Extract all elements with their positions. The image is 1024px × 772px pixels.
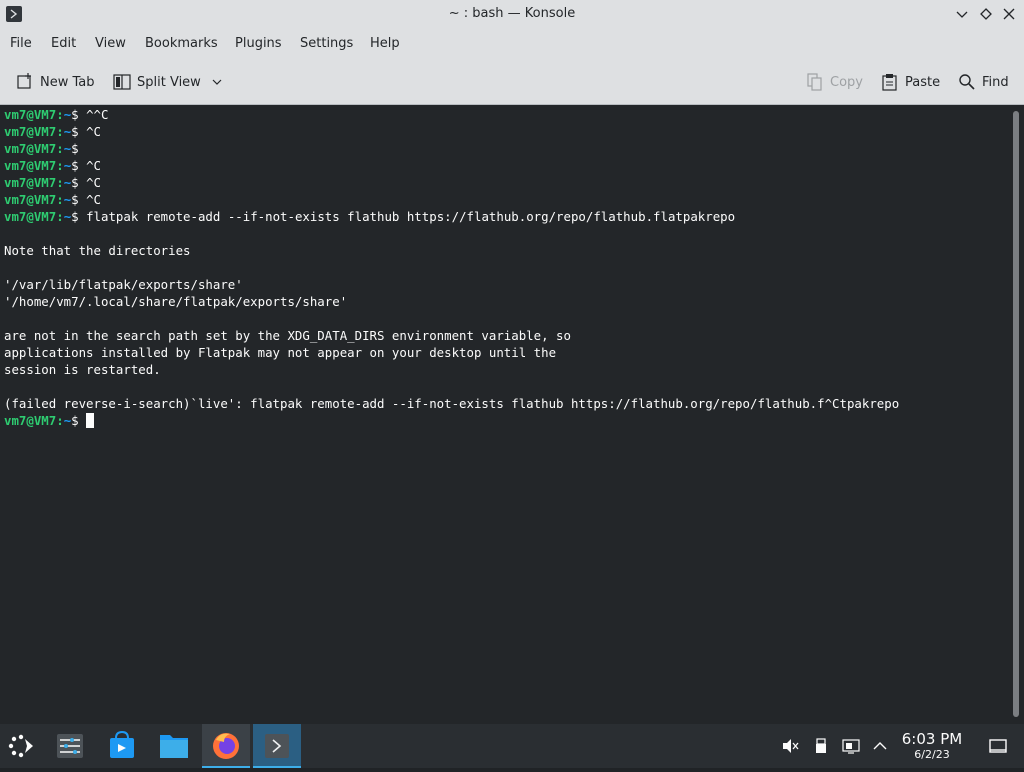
prompt-symbol: $ xyxy=(71,209,87,224)
prompt-symbol: $ xyxy=(71,413,87,428)
prompt-symbol: $ xyxy=(71,107,87,122)
firefox-icon[interactable] xyxy=(202,724,250,768)
network-icon[interactable] xyxy=(842,737,860,755)
terminal-output-line: applications installed by Flatpak may no… xyxy=(4,345,557,360)
prompt-symbol: $ xyxy=(71,141,87,156)
prompt-user: vm7@VM7: xyxy=(4,413,64,428)
copy-button[interactable]: Copy xyxy=(806,72,863,92)
shell-prompt: vm7@VM7:~$ xyxy=(4,124,86,139)
volume-muted-icon[interactable] xyxy=(781,737,799,755)
command-text: ^C xyxy=(86,192,101,207)
terminal-output-line: '/home/vm7/.local/share/flatpak/exports/… xyxy=(4,294,348,309)
split-view-label: Split View xyxy=(137,74,201,90)
command-text: ^C xyxy=(86,158,101,173)
maximize-icon[interactable] xyxy=(978,6,994,22)
text-cursor xyxy=(86,413,95,428)
prompt-symbol: $ xyxy=(71,124,87,139)
find-button[interactable]: Find xyxy=(958,72,1009,92)
terminal-prompt-line: vm7@VM7:~$ xyxy=(4,412,95,429)
new-tab-button[interactable]: New Tab xyxy=(16,72,95,92)
title-bar[interactable]: ~ : bash — Konsole xyxy=(0,0,1024,29)
command-text: flatpak remote-add --if-not-exists flath… xyxy=(86,209,736,224)
terminal-output-line: '/var/lib/flatpak/exports/share' xyxy=(4,277,243,292)
system-settings-icon[interactable] xyxy=(46,724,94,768)
file-manager-icon[interactable] xyxy=(150,724,198,768)
command-text: ^^C xyxy=(86,107,109,122)
terminal-output-line: Note that the directories xyxy=(4,243,191,258)
minimize-icon[interactable] xyxy=(954,6,970,22)
shell-prompt: vm7@VM7:~$ xyxy=(4,141,86,156)
menu-settings[interactable]: Settings xyxy=(300,36,353,51)
split-view-icon xyxy=(113,73,131,91)
window-title: ~ : bash — Konsole xyxy=(448,6,576,21)
copy-icon xyxy=(806,73,824,91)
terminal-output[interactable]: vm7@VM7:~$ ^^C vm7@VM7:~$ ^C vm7@VM7:~$ vm… xyxy=(0,105,1008,724)
terminal-scrollbar[interactable] xyxy=(1008,105,1024,724)
clock-date: 6/2/23 xyxy=(914,748,950,761)
shell-prompt: vm7@VM7:~$ xyxy=(4,413,86,428)
paste-icon xyxy=(881,73,899,91)
paste-button[interactable]: Paste xyxy=(881,72,940,92)
removable-device-icon[interactable] xyxy=(812,737,830,755)
prompt-user: vm7@VM7: xyxy=(4,192,64,207)
prompt-user: vm7@VM7: xyxy=(4,124,64,139)
prompt-user: vm7@VM7: xyxy=(4,107,64,122)
search-icon xyxy=(958,73,976,91)
prompt-user: vm7@VM7: xyxy=(4,209,64,224)
digital-clock[interactable]: 6:03 PM 6/2/23 xyxy=(890,730,974,762)
prompt-user: vm7@VM7: xyxy=(4,158,64,173)
terminal-output-line: are not in the search path set by the XD… xyxy=(4,328,571,343)
show-desktop-icon[interactable] xyxy=(989,737,1007,755)
menu-view[interactable]: View xyxy=(95,36,126,51)
shell-prompt: vm7@VM7:~$ xyxy=(4,209,86,224)
copy-label: Copy xyxy=(830,74,863,90)
command-text: ^C xyxy=(86,175,101,190)
terminal-prompt-line: vm7@VM7:~$ flatpak remote-add --if-not-e… xyxy=(4,208,735,225)
paste-label: Paste xyxy=(905,74,941,90)
menu-edit[interactable]: Edit xyxy=(51,36,76,51)
prompt-symbol: $ xyxy=(71,192,87,207)
menu-bar: File Edit View Bookmarks Plugins Setting… xyxy=(0,29,1024,59)
terminal-output-line: session is restarted. xyxy=(4,362,161,377)
new-tab-label: New Tab xyxy=(40,74,95,90)
terminal-prompt-line: vm7@VM7:~$ ^C xyxy=(4,123,101,140)
prompt-symbol: $ xyxy=(71,158,87,173)
terminal-prompt-line: vm7@VM7:~$ xyxy=(4,140,86,157)
app-launcher-icon[interactable] xyxy=(0,724,48,768)
prompt-user: vm7@VM7: xyxy=(4,175,64,190)
terminal-output-line: (failed reverse-i-search)`live': flatpak… xyxy=(4,396,900,411)
terminal-prompt-line: vm7@VM7:~$ ^C xyxy=(4,191,101,208)
scrollbar-thumb[interactable] xyxy=(1013,111,1019,717)
menu-bookmarks[interactable]: Bookmarks xyxy=(145,36,218,51)
shell-prompt: vm7@VM7:~$ xyxy=(4,107,86,122)
konsole-window: ~ : bash — Konsole File Edit View Bookma… xyxy=(0,0,1024,724)
find-label: Find xyxy=(982,74,1009,90)
shell-prompt: vm7@VM7:~$ xyxy=(4,175,86,190)
menu-help[interactable]: Help xyxy=(370,36,400,51)
shell-prompt: vm7@VM7:~$ xyxy=(4,158,86,173)
terminal-prompt-line: vm7@VM7:~$ ^C xyxy=(4,174,101,191)
prompt-symbol: $ xyxy=(71,175,87,190)
new-tab-icon xyxy=(16,73,34,91)
command-text: ^C xyxy=(86,124,101,139)
konsole-task-icon[interactable] xyxy=(253,724,301,768)
close-icon[interactable] xyxy=(1001,6,1017,22)
discover-store-icon[interactable] xyxy=(98,724,146,768)
clock-time: 6:03 PM xyxy=(901,730,963,748)
prompt-user: vm7@VM7: xyxy=(4,141,64,156)
terminal-prompt-line: vm7@VM7:~$ ^^C xyxy=(4,106,108,123)
split-view-button[interactable]: Split View xyxy=(113,72,223,92)
terminal-prompt-line: vm7@VM7:~$ ^C xyxy=(4,157,101,174)
menu-plugins[interactable]: Plugins xyxy=(235,36,282,51)
menu-file[interactable]: File xyxy=(10,36,32,51)
chevron-up-icon[interactable] xyxy=(871,737,889,755)
toolbar: New Tab Split View Copy Paste Find xyxy=(0,59,1024,105)
taskbar: 6:03 PM 6/2/23 xyxy=(0,724,1024,768)
shell-prompt: vm7@VM7:~$ xyxy=(4,192,86,207)
chevron-down-icon[interactable] xyxy=(211,76,223,88)
